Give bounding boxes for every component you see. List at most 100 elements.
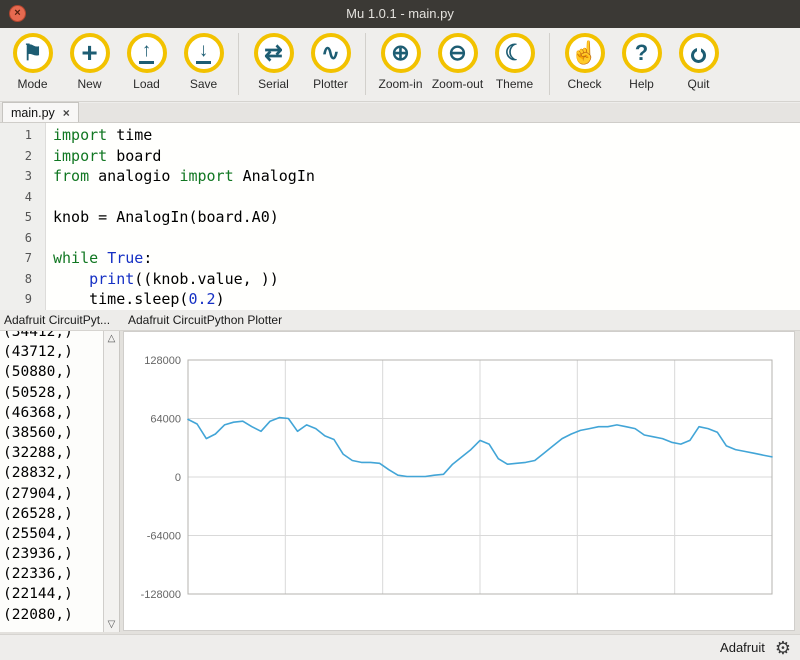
code-line: from analogio import AnalogIn bbox=[53, 166, 315, 187]
console-pane-title: Adafruit CircuitPyt... bbox=[4, 313, 118, 327]
flag-icon: ⚑ bbox=[13, 33, 53, 73]
window-title: Mu 1.0.1 - main.py bbox=[0, 0, 800, 28]
zoom-out-icon: ⊖ bbox=[438, 33, 478, 73]
toolbar: ⚑ Mode + New ↑ Load ↓ Save ⇄ Serial ∿ Plotter ⊕ Zoom-… bbox=[0, 28, 800, 102]
console-line: (38560,) bbox=[3, 423, 103, 443]
line-number: 5 bbox=[0, 207, 32, 228]
console-line: (22336,) bbox=[3, 564, 103, 584]
zoom-in-icon: ⊕ bbox=[381, 33, 421, 73]
plotter-pane: 128000 64000 0 -64000 -128000 bbox=[123, 331, 795, 631]
console-line: (22080,) bbox=[3, 605, 103, 625]
console-line: (26528,) bbox=[3, 504, 103, 524]
thumbs-up-icon: ☝ bbox=[565, 33, 605, 73]
tab-close-icon[interactable]: × bbox=[63, 106, 70, 120]
question-icon: ? bbox=[622, 33, 662, 73]
power-icon bbox=[679, 33, 719, 73]
console-line: (23936,) bbox=[3, 544, 103, 564]
check-label: Check bbox=[567, 77, 601, 91]
app-window: × Mu 1.0.1 - main.py ⚑ Mode + New ↑ Load ↓ Save… bbox=[0, 0, 800, 660]
console-line: (27904,) bbox=[3, 484, 103, 504]
plotter-button[interactable]: ∿ Plotter bbox=[302, 28, 359, 91]
theme-button[interactable]: ☾ Theme bbox=[486, 28, 543, 91]
console-scrollbar[interactable]: △ ▽ bbox=[103, 331, 119, 632]
code-line: import time bbox=[53, 125, 315, 146]
editor-code: import timeimport boardfrom analogio imp… bbox=[46, 123, 315, 310]
mode-label: Mode bbox=[17, 77, 47, 91]
save-label: Save bbox=[190, 77, 217, 91]
bottom-panes: Adafruit CircuitPyt... Adafruit CircuitP… bbox=[0, 310, 800, 634]
scroll-up-icon[interactable]: △ bbox=[104, 333, 119, 344]
pane-headers: Adafruit CircuitPyt... Adafruit CircuitP… bbox=[0, 310, 800, 331]
code-line bbox=[53, 187, 315, 208]
svg-text:-64000: -64000 bbox=[147, 531, 181, 543]
new-button[interactable]: + New bbox=[61, 28, 118, 91]
line-number: 4 bbox=[0, 187, 32, 208]
save-button[interactable]: ↓ Save bbox=[175, 28, 232, 91]
line-number: 3 bbox=[0, 166, 32, 187]
zoom-out-label: Zoom-out bbox=[432, 77, 483, 91]
svg-text:128000: 128000 bbox=[144, 355, 181, 367]
plus-icon: + bbox=[70, 33, 110, 73]
serial-arrows-icon: ⇄ bbox=[254, 33, 294, 73]
tab-main-py[interactable]: main.py × bbox=[2, 102, 79, 122]
console-line: (50528,) bbox=[3, 383, 103, 403]
load-button[interactable]: ↑ Load bbox=[118, 28, 175, 91]
code-line bbox=[53, 228, 315, 249]
serial-button[interactable]: ⇄ Serial bbox=[245, 28, 302, 91]
line-number: 6 bbox=[0, 228, 32, 249]
upload-icon: ↑ bbox=[127, 33, 167, 73]
console-line: (46368,) bbox=[3, 403, 103, 423]
code-line: time.sleep(0.2) bbox=[53, 289, 315, 310]
moon-icon: ☾ bbox=[495, 33, 535, 73]
zoom-out-button[interactable]: ⊖ Zoom-out bbox=[429, 28, 486, 91]
scroll-down-icon[interactable]: ▽ bbox=[104, 619, 119, 630]
code-line: import board bbox=[53, 146, 315, 167]
new-label: New bbox=[77, 77, 101, 91]
line-number: 8 bbox=[0, 269, 32, 290]
toolbar-separator bbox=[365, 33, 366, 95]
tab-bar: main.py × bbox=[0, 103, 800, 123]
console-line: (28832,) bbox=[3, 463, 103, 483]
console-line: (32288,) bbox=[3, 443, 103, 463]
theme-label: Theme bbox=[496, 77, 533, 91]
status-bar: Adafruit ⚙ bbox=[0, 634, 800, 660]
toolbar-separator bbox=[549, 33, 550, 95]
check-button[interactable]: ☝ Check bbox=[556, 28, 613, 91]
mode-button[interactable]: ⚑ Mode bbox=[4, 28, 61, 91]
quit-label: Quit bbox=[687, 77, 709, 91]
plotter-pane-title: Adafruit CircuitPython Plotter bbox=[128, 313, 282, 327]
statusbar-brand-label: Adafruit bbox=[720, 640, 765, 655]
help-button[interactable]: ? Help bbox=[613, 28, 670, 91]
waveform-icon: ∿ bbox=[311, 33, 351, 73]
code-line: while True: bbox=[53, 248, 315, 269]
toolbar-separator bbox=[238, 33, 239, 95]
code-line: print((knob.value, )) bbox=[53, 269, 315, 290]
line-number: 9 bbox=[0, 289, 32, 310]
editor-gutter: 123456789 bbox=[0, 123, 46, 310]
plotter-label: Plotter bbox=[313, 77, 348, 91]
download-icon: ↓ bbox=[184, 33, 224, 73]
code-editor[interactable]: 123456789 import timeimport boardfrom an… bbox=[0, 123, 800, 310]
gear-icon[interactable]: ⚙ bbox=[775, 639, 791, 657]
line-number: 2 bbox=[0, 146, 32, 167]
power-symbol bbox=[691, 48, 706, 63]
zoom-in-button[interactable]: ⊕ Zoom-in bbox=[372, 28, 429, 91]
svg-text:0: 0 bbox=[175, 472, 181, 484]
line-number: 1 bbox=[0, 125, 32, 146]
svg-text:-128000: -128000 bbox=[141, 589, 181, 601]
line-number: 7 bbox=[0, 248, 32, 269]
serial-console-pane: (34412,)(43712,)(50880,)(50528,)(46368,)… bbox=[0, 331, 120, 632]
zoom-in-label: Zoom-in bbox=[378, 77, 422, 91]
load-label: Load bbox=[133, 77, 160, 91]
tab-label: main.py bbox=[11, 106, 55, 120]
code-line: knob = AnalogIn(board.A0) bbox=[53, 207, 315, 228]
console-line: (25504,) bbox=[3, 524, 103, 544]
help-label: Help bbox=[629, 77, 654, 91]
plot-svg: 128000 64000 0 -64000 -128000 bbox=[124, 332, 794, 630]
titlebar: × Mu 1.0.1 - main.py bbox=[0, 0, 800, 28]
quit-button[interactable]: Quit bbox=[670, 28, 727, 91]
serial-label: Serial bbox=[258, 77, 289, 91]
console-line: (50880,) bbox=[3, 362, 103, 382]
serial-console-output[interactable]: (34412,)(43712,)(50880,)(50528,)(46368,)… bbox=[0, 331, 103, 632]
svg-text:64000: 64000 bbox=[150, 414, 181, 426]
